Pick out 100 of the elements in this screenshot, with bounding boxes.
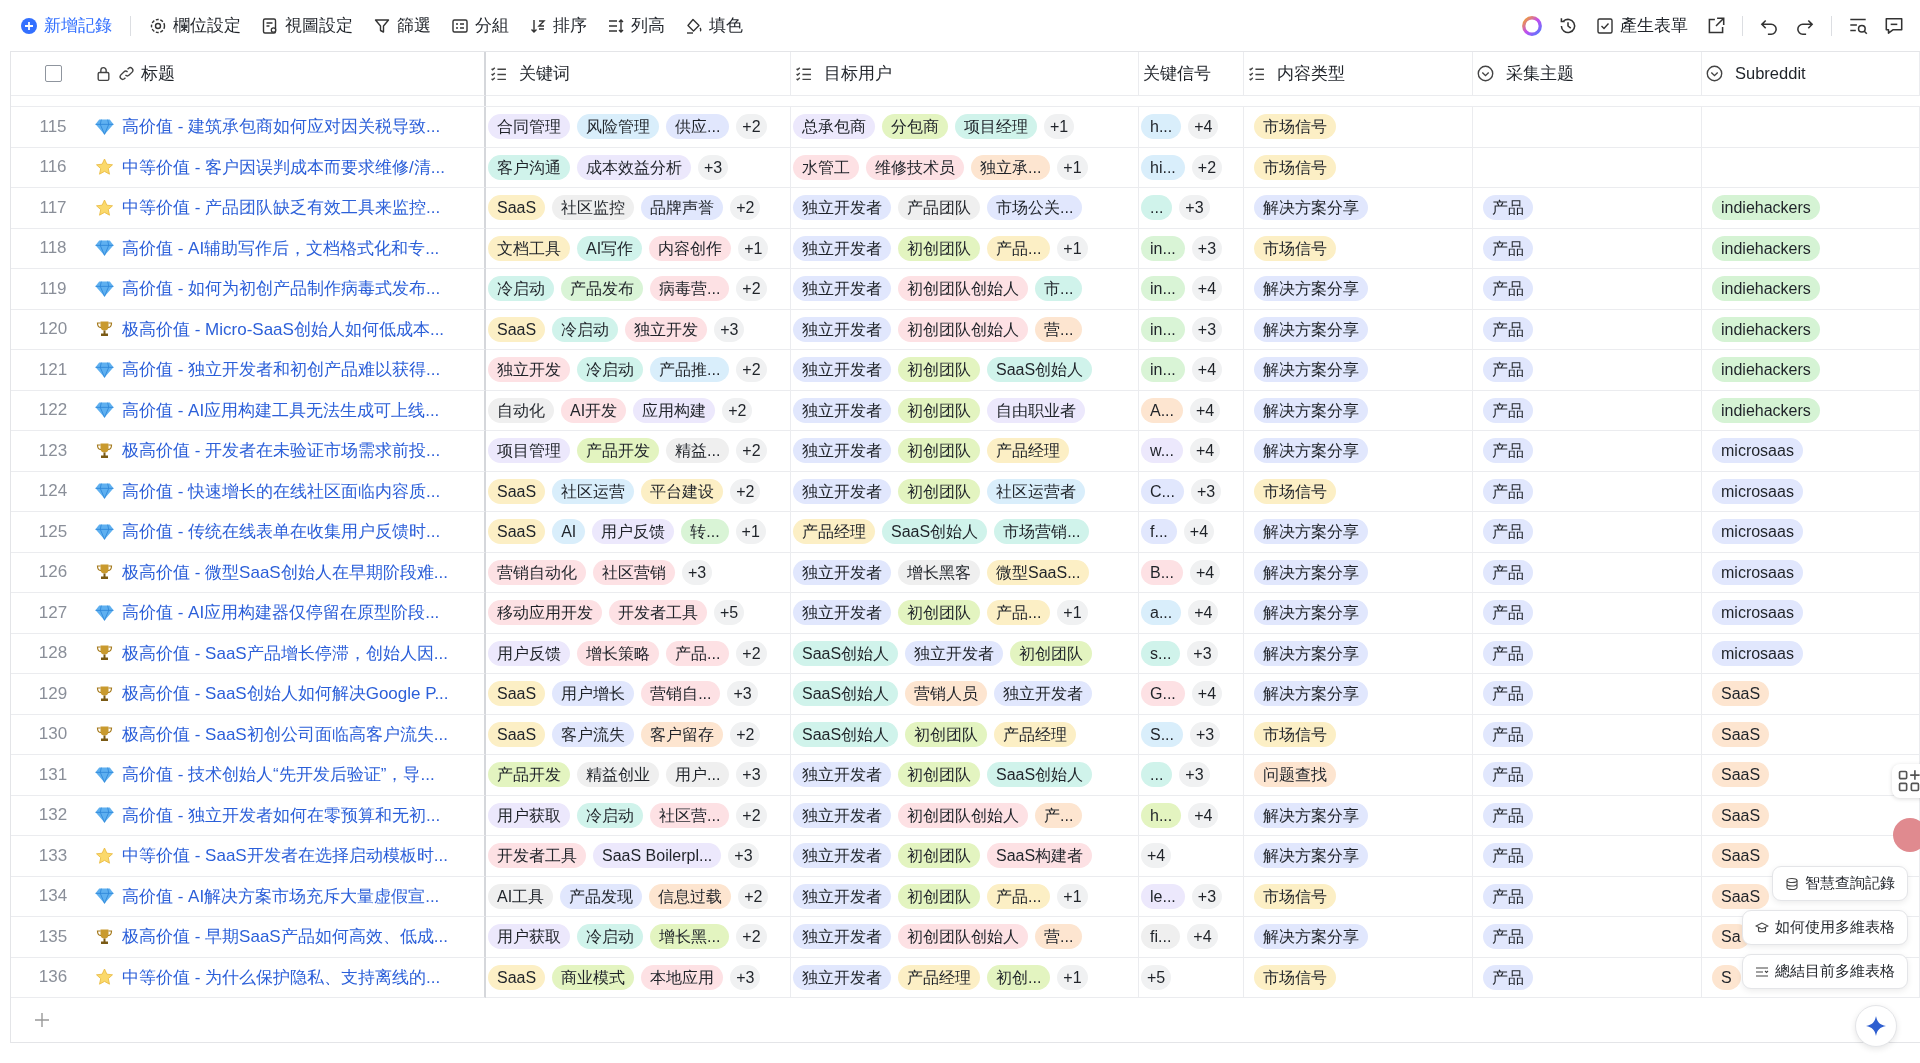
user-tag: 微型SaaS... xyxy=(987,559,1090,585)
user-tag: 独立开发者 xyxy=(793,195,891,221)
assistant-option[interactable]: 總結目前多維表格 xyxy=(1742,954,1908,989)
user-tag: 独立开发者 xyxy=(793,559,891,585)
translate-avatar[interactable] xyxy=(1893,818,1920,852)
column-header[interactable]: 内容类型 xyxy=(1277,62,1345,85)
record-title[interactable]: 极高价值 - 早期SaaS产品如何高效、低成... xyxy=(122,925,448,949)
user-tag: 增长黑客 xyxy=(898,559,980,585)
record-title[interactable]: 高价值 - AI应用构建器仅停留在原型阶段... xyxy=(122,601,440,625)
more-count: +3 xyxy=(1190,721,1221,747)
record-title[interactable]: 极高价值 - SaaS初创公司面临高客户流失... xyxy=(122,722,448,746)
content-type-tag: 解决方案分享 xyxy=(1254,600,1368,626)
topic-tag: 产品 xyxy=(1483,438,1533,464)
column-header[interactable]: 目标用户 xyxy=(824,62,892,85)
record-title[interactable]: 极高价值 - SaaS创始人如何解决Google P... xyxy=(122,682,449,706)
topic-tag: 产品 xyxy=(1483,559,1533,585)
sort-button[interactable]: 排序 xyxy=(521,9,595,42)
user-tag: 产品团队 xyxy=(898,195,980,221)
more-count: +5 xyxy=(714,600,745,626)
apps-icon[interactable] xyxy=(1892,764,1920,798)
column-header[interactable]: 标题 xyxy=(141,62,175,85)
plus-icon xyxy=(20,16,38,35)
user-tag: 营销人员 xyxy=(905,681,988,707)
more-count: +3 xyxy=(728,843,759,869)
user-tag: 产品经理 xyxy=(987,438,1069,464)
content-type-tag: 解决方案分享 xyxy=(1254,924,1368,950)
more-count: +4 xyxy=(1188,114,1219,140)
select-all-checkbox[interactable] xyxy=(44,65,62,82)
record-title[interactable]: 中等价值 - 客户因误判成本而要求维修/清... xyxy=(122,155,445,179)
record-title[interactable]: 极高价值 - 开发者在未验证市场需求前投... xyxy=(122,439,441,463)
subreddit-tag: microsaas xyxy=(1712,640,1803,666)
row-height-button[interactable]: 列高 xyxy=(599,9,673,42)
assistant-option[interactable]: 智慧查詢記錄 xyxy=(1772,866,1908,901)
keyword-tag: 精益创业 xyxy=(577,762,659,788)
user-tag: 独立承... xyxy=(971,154,1051,180)
more-count: +2 xyxy=(736,438,767,464)
record-title[interactable]: 高价值 - 独立开发者和初创产品难以获得... xyxy=(122,358,441,382)
user-tag: 独立开发者 xyxy=(793,357,891,383)
row-number: 124 xyxy=(38,481,68,502)
list-icon xyxy=(1248,65,1265,82)
column-header[interactable]: 关键词 xyxy=(519,62,570,85)
user-tag: 独立开发者 xyxy=(793,600,891,626)
row-number: 122 xyxy=(38,400,68,421)
topic-tag: 产品 xyxy=(1483,357,1533,383)
field-settings-button[interactable]: 欄位設定 xyxy=(141,9,249,42)
group-button[interactable]: 分組 xyxy=(443,9,517,42)
more-count: +4 xyxy=(1188,600,1219,626)
more-count: +3 xyxy=(727,681,758,707)
column-header[interactable]: 采集主题 xyxy=(1506,62,1574,85)
more-count: +4 xyxy=(1190,559,1221,585)
view-settings-button[interactable]: 視圖設定 xyxy=(253,9,361,42)
content-type-tag: 解决方案分享 xyxy=(1254,519,1368,545)
record-title[interactable]: 高价值 - AI应用构建工具无法生成可上线... xyxy=(122,398,440,422)
row-number: 128 xyxy=(38,643,68,664)
assistant-option[interactable]: 如何使用多維表格 xyxy=(1742,910,1908,945)
record-title[interactable]: 中等价值 - SaaS开发者在选择启动模板时... xyxy=(122,844,448,868)
user-tag: 产... xyxy=(1035,802,1083,828)
column-header[interactable]: Subreddit xyxy=(1735,64,1806,83)
record-title[interactable]: 高价值 - 如何为初创产品制作病毒式发布... xyxy=(122,277,441,301)
record-title[interactable]: 高价值 - 技术创始人“先开发后验证”，导... xyxy=(122,763,435,787)
ai-assistant-button[interactable] xyxy=(1855,1005,1897,1047)
more-count: +1 xyxy=(735,519,766,545)
topic-tag: 产品 xyxy=(1483,195,1533,221)
more-count: +3 xyxy=(730,964,761,990)
record-title[interactable]: 极高价值 - Micro-SaaS创始人如何低成本... xyxy=(122,317,445,341)
user-tag: 初创团队 xyxy=(898,600,980,626)
more-count: +1 xyxy=(1057,964,1088,990)
record-title[interactable]: 极高价值 - SaaS产品增长停滞，创始人因... xyxy=(122,641,448,665)
record-title[interactable]: 高价值 - 快速增长的在线社区面临内容质... xyxy=(122,479,441,503)
content-type-tag: 市场信号 xyxy=(1254,114,1336,140)
more-count: +1 xyxy=(1057,600,1088,626)
record-title[interactable]: 高价值 - 传统在线表单在收集用户反馈时... xyxy=(122,520,441,544)
keyword-tag: 用户反馈 xyxy=(592,519,675,545)
user-tag: 产品经理 xyxy=(793,519,875,545)
keyword-tag: AI xyxy=(552,519,586,545)
record-title[interactable]: 中等价值 - 为什么保护隐私、支持离线的... xyxy=(122,965,441,989)
graduation-cap-icon xyxy=(1755,920,1769,935)
record-title[interactable]: 中等价值 - 产品团队缺乏有效工具来监控... xyxy=(122,196,441,220)
record-title[interactable]: 高价值 - AI解决方案市场充斥大量虚假宣... xyxy=(122,884,440,908)
generate-form-button[interactable]: 產生表單 xyxy=(1588,9,1696,42)
more-count: +3 xyxy=(1191,883,1223,909)
keyword-tag: 自动化 xyxy=(488,397,554,423)
add-record-button[interactable]: 新增記錄 xyxy=(12,9,120,42)
record-title[interactable]: 极高价值 - 微型SaaS创始人在早期阶段难... xyxy=(122,560,448,584)
user-tag: 独立开发者 xyxy=(994,681,1093,707)
content-type-tag: 市场信号 xyxy=(1254,235,1336,261)
fill-color-button[interactable]: 填色 xyxy=(677,9,751,42)
subreddit-tag: indiehackers xyxy=(1712,316,1820,342)
content-type-tag: 解决方案分享 xyxy=(1254,195,1368,221)
record-title[interactable]: 高价值 - 独立开发者如何在零预算和无初... xyxy=(122,803,441,827)
subreddit-tag: indiehackers xyxy=(1712,357,1820,383)
record-title[interactable]: 高价值 - AI辅助写作后，文档格式化和专... xyxy=(122,236,440,260)
user-tag: 初创团队 xyxy=(898,235,980,261)
filter-button[interactable]: 篩選 xyxy=(365,9,439,42)
more-count: +3 xyxy=(1187,640,1218,666)
column-header[interactable]: 关键信号 xyxy=(1143,62,1211,85)
signal-tag: fi... xyxy=(1141,924,1181,950)
keyword-tag: 冷启动 xyxy=(577,924,643,950)
signal-tag: in... xyxy=(1141,276,1185,302)
record-title[interactable]: 高价值 - 建筑承包商如何应对因关税导致... xyxy=(122,115,441,139)
